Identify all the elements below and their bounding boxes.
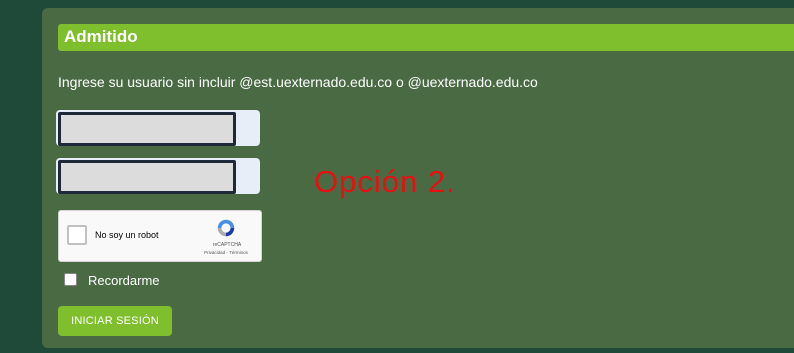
recaptcha-checkbox[interactable] — [67, 225, 87, 245]
username-field[interactable] — [56, 110, 260, 146]
recaptcha-label: No soy un robot — [95, 230, 159, 240]
recaptcha-widget: No soy un robot reCAPTCHA Privacidad - T… — [58, 210, 262, 262]
recaptcha-terms-link[interactable]: Privacidad - Términos — [193, 250, 259, 255]
panel-header: Admitido — [58, 24, 794, 51]
login-instructions: Ingrese su usuario sin incluir @est.uext… — [58, 74, 538, 90]
recaptcha-logo-icon — [217, 219, 235, 237]
remember-checkbox[interactable] — [64, 273, 77, 286]
panel-title: Admitido — [64, 27, 138, 46]
remember-label: Recordarme — [88, 273, 160, 288]
recaptcha-brand: reCAPTCHA — [212, 242, 242, 248]
username-redacted-value — [58, 112, 236, 146]
login-button[interactable]: INICIAR SESIÓN — [58, 306, 172, 336]
option-annotation: Opción 2. — [314, 164, 456, 199]
password-field[interactable] — [56, 158, 260, 194]
password-redacted-value — [58, 160, 236, 194]
